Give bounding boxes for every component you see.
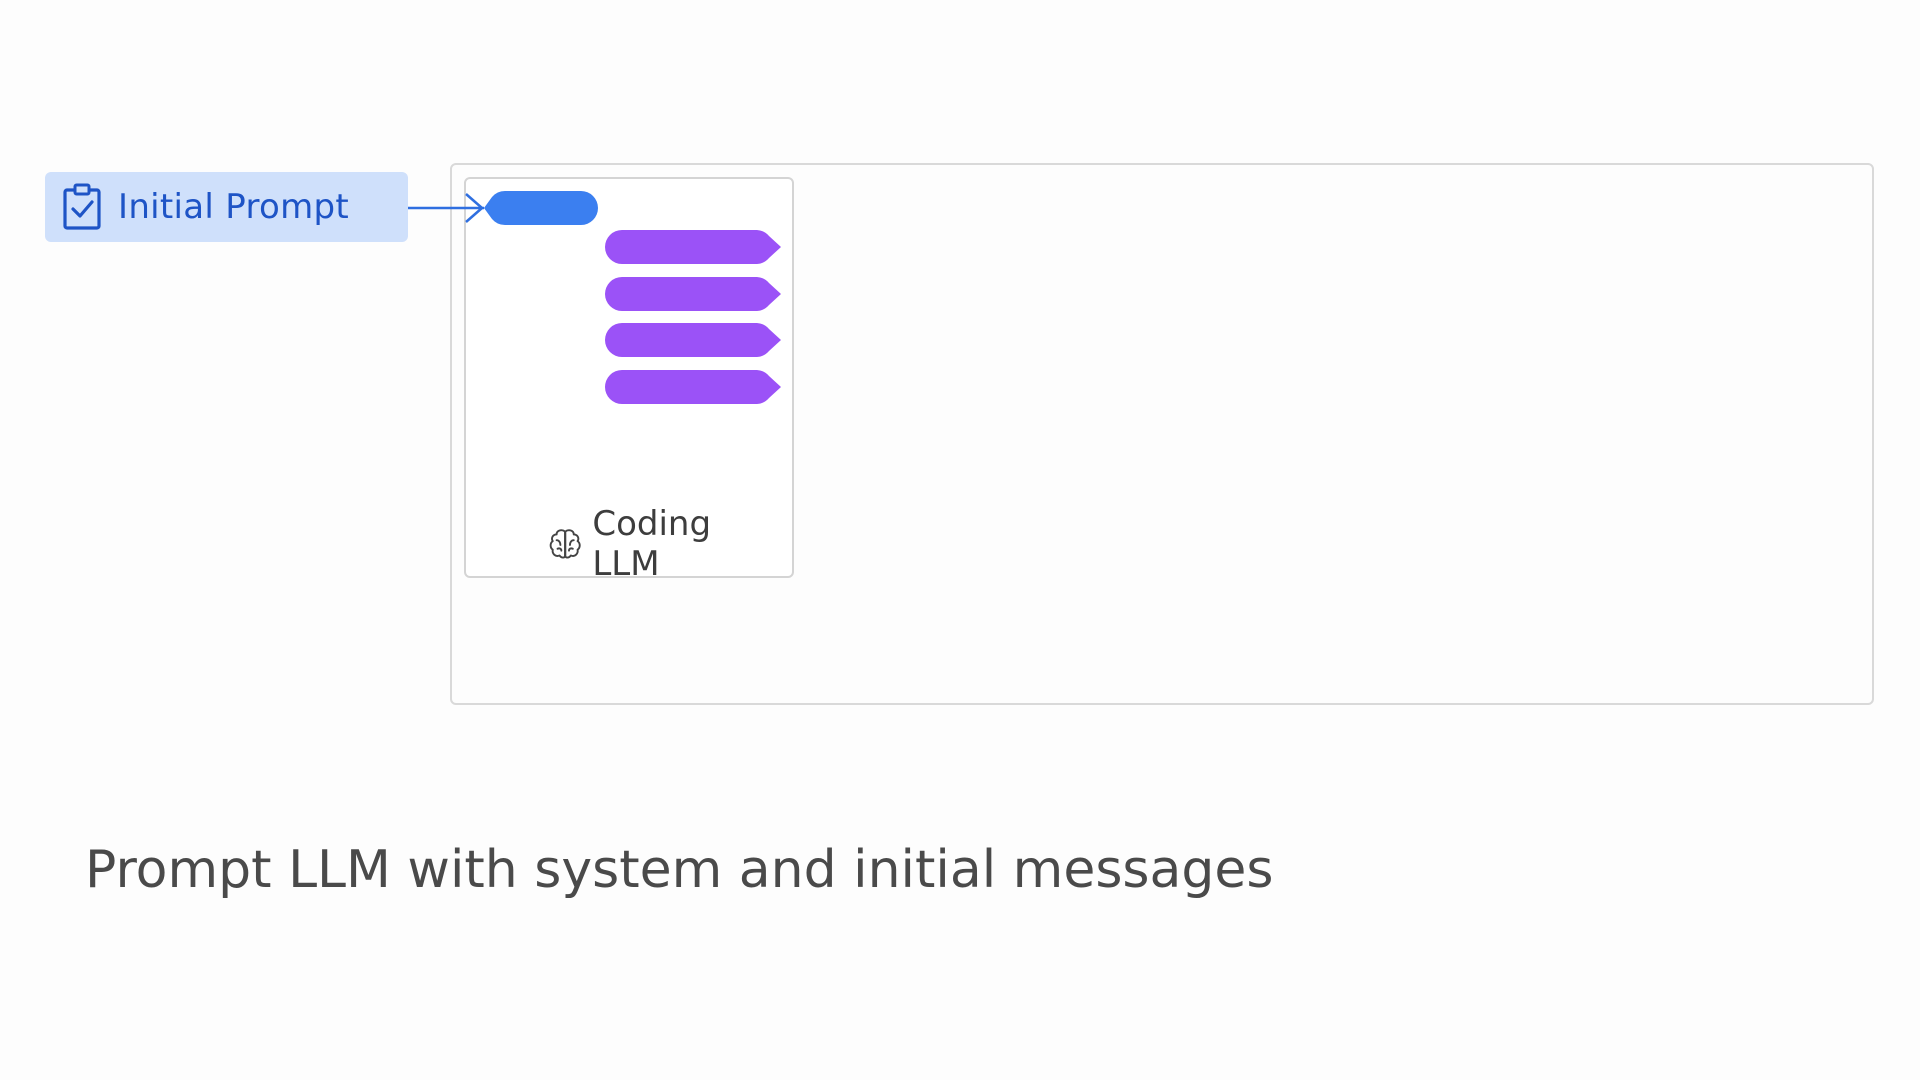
initial-prompt-label: Initial Prompt [118, 187, 350, 227]
clipboard-check-icon [63, 183, 101, 230]
initial-prompt-node[interactable]: Initial Prompt [45, 172, 408, 242]
slide-caption: Prompt LLM with system and initial messa… [85, 840, 1274, 900]
brain-icon [549, 529, 581, 559]
coding-llm-label: Coding LLM [592, 504, 712, 584]
coding-llm-caption: Coding LLM [548, 504, 780, 584]
